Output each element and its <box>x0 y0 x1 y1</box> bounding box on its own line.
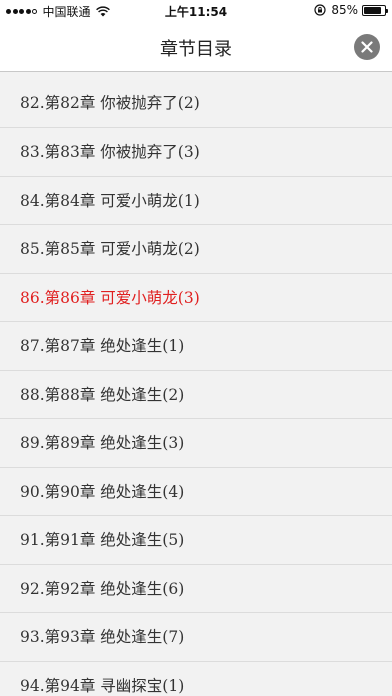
chapter-item[interactable]: 83.第83章 你被抛弃了(3) <box>0 128 392 177</box>
rotation-lock-icon <box>314 4 326 16</box>
page-title: 章节目录 <box>160 39 232 60</box>
chapter-item[interactable]: 93.第93章 绝处逢生(7) <box>0 613 392 662</box>
chapter-item[interactable]: 82.第82章 你被抛弃了(2) <box>0 72 392 128</box>
status-bar: 中国联通 上午11:54 85% <box>0 0 392 22</box>
chapter-item[interactable]: 85.第85章 可爱小萌龙(2) <box>0 225 392 274</box>
status-bar-right: 85% <box>314 3 388 17</box>
battery-icon <box>362 4 388 16</box>
close-icon <box>361 41 373 53</box>
chapter-item-current[interactable]: 86.第86章 可爱小萌龙(3) <box>0 273 392 322</box>
chapter-item[interactable]: 92.第92章 绝处逢生(6) <box>0 564 392 613</box>
header: 章节目录 <box>0 22 392 72</box>
battery-level <box>364 6 381 14</box>
chapter-item[interactable]: 89.第89章 绝处逢生(3) <box>0 419 392 468</box>
chapter-item[interactable]: 87.第87章 绝处逢生(1) <box>0 322 392 371</box>
chapter-item[interactable]: 84.第84章 可爱小萌龙(1) <box>0 176 392 225</box>
chapter-item[interactable]: 94.第94章 寻幽探宝(1) <box>0 661 392 696</box>
close-button[interactable] <box>354 34 380 60</box>
chapter-item[interactable]: 90.第90章 绝处逢生(4) <box>0 467 392 516</box>
screen: 中国联通 上午11:54 85% 章节目录 82.第82章 你被抛弃了(2) 8… <box>0 0 392 696</box>
chapter-list: 82.第82章 你被抛弃了(2) 83.第83章 你被抛弃了(3) 84.第84章 … <box>0 72 392 696</box>
battery-percent: 85% <box>331 3 358 17</box>
chapter-item[interactable]: 88.第88章 绝处逢生(2) <box>0 370 392 419</box>
chapter-item[interactable]: 91.第91章 绝处逢生(5) <box>0 516 392 565</box>
